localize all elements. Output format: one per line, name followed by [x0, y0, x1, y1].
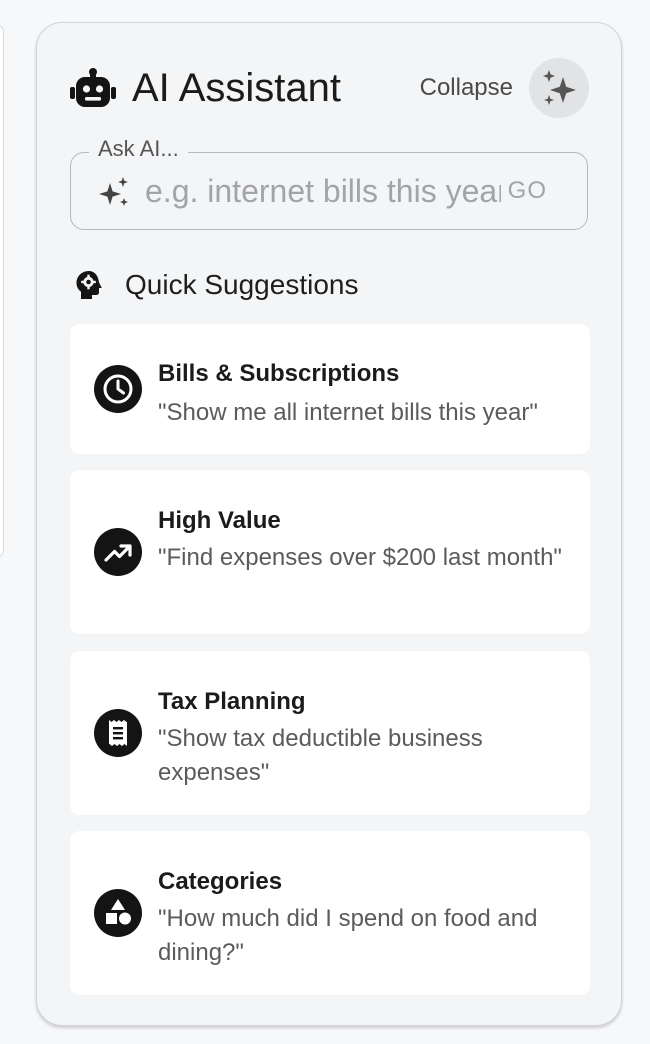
- trending-up-icon: [94, 528, 142, 576]
- psychology-icon: [76, 271, 102, 299]
- collapse-button[interactable]: Collapse: [420, 74, 513, 102]
- suggestion-card-tax-planning[interactable]: Tax Planning "Show tax deductible busine…: [70, 651, 590, 815]
- sparkle-icon: [543, 70, 576, 105]
- category-icon: [94, 889, 142, 937]
- ai-sparkle-icon: [99, 177, 128, 206]
- suggestion-title: Bills & Subscriptions: [158, 360, 400, 387]
- quick-suggestions-title: Quick Suggestions: [125, 269, 359, 300]
- suggestion-text: "Show me all internet bills this year": [158, 399, 538, 426]
- suggestion-card-bills[interactable]: Bills & Subscriptions "Show me all inter…: [70, 324, 590, 454]
- panel-title: AI Assistant: [132, 65, 341, 110]
- suggestion-card-high-value[interactable]: High Value "Find expenses over $200 last…: [70, 470, 590, 634]
- suggestion-title: Tax Planning: [158, 688, 306, 715]
- panel-header: AI Assistant Collapse: [70, 58, 589, 118]
- clock-icon: [94, 365, 142, 413]
- suggestion-title: Categories: [158, 868, 283, 895]
- suggestion-text: "Find expenses over $200 last month": [158, 544, 562, 571]
- suggestion-text: "Show tax deductible business expenses": [158, 725, 483, 786]
- suggestion-text: "How much did I spend on food and dining…: [158, 905, 538, 966]
- suggestion-card-categories[interactable]: Categories "How much did I spend on food…: [70, 831, 590, 995]
- robot-icon: [70, 65, 116, 111]
- ai-sparkle-button[interactable]: [529, 58, 589, 118]
- ai-assistant-panel: AI Assistant Collapse Ask AI... GO: [36, 22, 622, 1026]
- quick-suggestions-header: Quick Suggestions: [75, 263, 358, 307]
- ask-ai-field[interactable]: Ask AI... GO: [70, 136, 588, 230]
- ask-ai-label: Ask AI...: [89, 136, 188, 162]
- suggestion-title: High Value: [158, 507, 281, 534]
- receipt-icon: [94, 709, 142, 757]
- ask-ai-input[interactable]: [145, 167, 501, 215]
- go-button[interactable]: GO: [508, 177, 547, 205]
- adjacent-panel-edge: [0, 24, 4, 558]
